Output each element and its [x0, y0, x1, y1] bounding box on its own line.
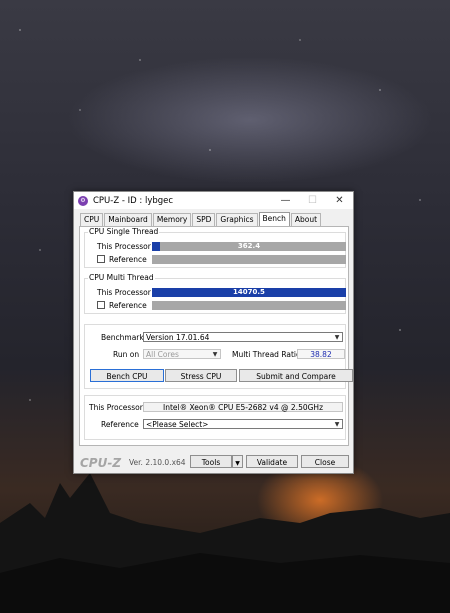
tools-dropdown-button[interactable]: ▼: [232, 455, 243, 468]
benchmark-select[interactable]: Version 17.01.64 ▼: [143, 332, 343, 342]
multi-reference-bar: [152, 300, 346, 310]
single-thread-score: 362.4: [237, 241, 261, 250]
tools-button[interactable]: Tools: [190, 455, 232, 468]
benchmark-value: Version 17.01.64: [146, 333, 210, 342]
runon-select: All Cores ▼: [143, 349, 221, 359]
cpuz-logo: CPU-Z: [80, 456, 122, 470]
version-text: Ver. 2.10.0.x64: [129, 458, 186, 467]
ratio-value: 38.82: [297, 349, 345, 359]
chevron-down-icon: ▼: [235, 460, 240, 467]
reference-value: <Please Select>: [146, 420, 209, 429]
window-title: CPU-Z - ID : lybgec: [93, 195, 174, 206]
close-window-button[interactable]: ✕: [326, 192, 353, 209]
close-button[interactable]: Close: [301, 455, 349, 468]
multi-this-label: This Processor: [97, 287, 151, 297]
title-bar[interactable]: ⚙ CPU-Z - ID : lybgec — ☐ ✕: [74, 192, 353, 209]
tab-bench[interactable]: Bench: [258, 212, 290, 226]
single-reference-label: Reference: [109, 254, 147, 264]
tab-bar: CPU Mainboard Memory SPD Graphics Bench …: [80, 212, 322, 226]
processor-group: This Processor Intel® Xeon® CPU E5-2682 …: [84, 395, 346, 440]
this-processor-value: Intel® Xeon® CPU E5-2682 v4 @ 2.50GHz: [143, 402, 343, 412]
maximize-button: ☐: [308, 195, 317, 206]
tab-cpu[interactable]: CPU: [80, 213, 104, 226]
tab-spd[interactable]: SPD: [192, 213, 216, 226]
tab-graphics[interactable]: Graphics: [216, 213, 258, 226]
single-thread-group: CPU Single Thread This Processor 362.4 R…: [84, 227, 346, 268]
single-thread-title: CPU Single Thread: [88, 227, 160, 236]
single-this-label: This Processor: [97, 241, 151, 251]
multi-thread-group: CPU Multi Thread This Processor 14070.5 …: [84, 273, 346, 314]
minimize-button[interactable]: —: [272, 192, 299, 209]
this-processor-label: This Processor: [89, 403, 143, 412]
cpuz-app-icon: ⚙: [78, 195, 88, 206]
runon-label: Run on: [113, 350, 140, 359]
chevron-down-icon: ▼: [334, 421, 340, 428]
submit-compare-button[interactable]: Submit and Compare: [239, 369, 353, 382]
multi-reference-label: Reference: [109, 300, 147, 310]
tab-mainboard[interactable]: Mainboard: [104, 213, 152, 226]
bench-panel: CPU Single Thread This Processor 362.4 R…: [79, 226, 353, 446]
bench-cpu-button[interactable]: Bench CPU: [90, 369, 164, 382]
tab-memory[interactable]: Memory: [152, 213, 192, 226]
bench-controls-group: Benchmark Version 17.01.64 ▼ Run on All …: [84, 324, 353, 389]
runon-value: All Cores: [146, 350, 179, 359]
validate-button[interactable]: Validate: [246, 455, 298, 468]
stress-cpu-button[interactable]: Stress CPU: [165, 369, 237, 382]
tab-about[interactable]: About: [290, 213, 322, 226]
mountain-silhouette: [0, 473, 450, 613]
single-reference-bar: [152, 254, 346, 264]
chevron-down-icon: ▼: [212, 351, 218, 358]
reference-select[interactable]: <Please Select> ▼: [143, 419, 343, 429]
single-thread-bar: 362.4: [152, 241, 346, 251]
single-reference-checkbox[interactable]: [97, 255, 105, 263]
footer-bar: CPU-Z Ver. 2.10.0.x64 Tools ▼ Validate C…: [74, 452, 353, 472]
benchmark-label: Benchmark: [101, 333, 144, 342]
multi-thread-title: CPU Multi Thread: [88, 273, 155, 282]
ratio-label: Multi Thread Ratio: [232, 350, 301, 359]
chevron-down-icon: ▼: [334, 334, 340, 341]
multi-thread-bar: 14070.5: [152, 287, 346, 297]
cpuz-window: ⚙ CPU-Z - ID : lybgec — ☐ ✕ CPU Mainboar…: [73, 191, 354, 474]
multi-reference-checkbox[interactable]: [97, 301, 105, 309]
reference-label: Reference: [101, 420, 139, 429]
multi-thread-score: 14070.5: [233, 287, 265, 296]
